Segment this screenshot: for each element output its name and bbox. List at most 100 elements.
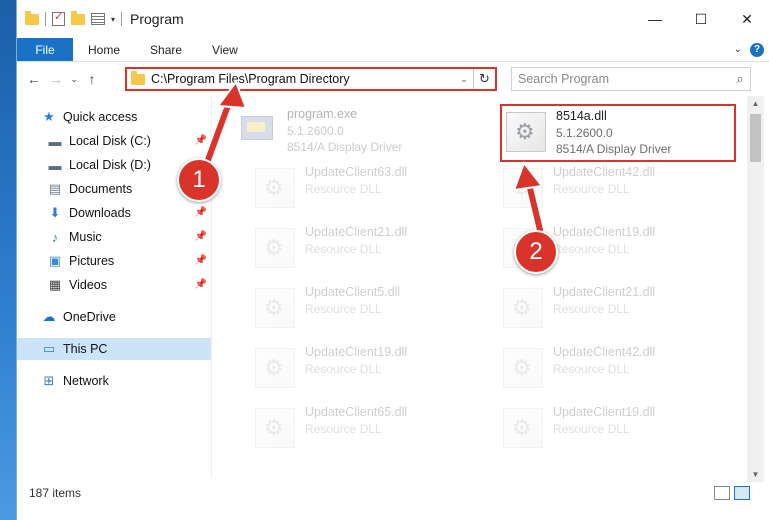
details-view-icon[interactable]	[714, 486, 730, 500]
drive-icon: ▬	[48, 133, 62, 149]
dll-file-icon	[255, 228, 295, 268]
maximize-button[interactable]: ☐	[678, 0, 724, 38]
file-explorer-window: ▾ Program — ☐ ✕ File Home Share View ⌄ ?…	[16, 0, 769, 520]
file-item-8514a-dll[interactable]: 8514a.dll 5.1.2600.0 8514/A Display Driv…	[500, 104, 736, 162]
file-item[interactable]: UpdateClient42.dll Resource DLL	[493, 164, 733, 214]
pin-icon[interactable]: 📌	[195, 279, 207, 290]
file-item[interactable]: UpdateClient65.dll Resource DLL	[245, 404, 485, 454]
search-box[interactable]: ⌕	[511, 67, 751, 91]
scroll-up-icon[interactable]: ▲	[747, 99, 764, 108]
expand-ribbon-icon[interactable]: ⌄	[734, 44, 742, 55]
file-description: 8514/A Display Driver	[556, 142, 672, 156]
file-description: Resource DLL	[305, 422, 382, 436]
pin-icon[interactable]: 📌	[195, 255, 207, 266]
sidebar-item-network[interactable]: ⊞ Network	[17, 370, 211, 392]
file-item[interactable]: UpdateClient19.dll Resource DLL	[493, 404, 733, 454]
dll-file-icon	[503, 288, 543, 328]
file-name: 8514a.dll	[556, 109, 607, 123]
search-input[interactable]	[518, 72, 730, 86]
navigation-bar: ← → ⌄ ↑ C:\Program Files\Program Directo…	[17, 62, 769, 96]
sidebar-item-local-disk-c[interactable]: ▬ Local Disk (C:) 📌	[17, 130, 211, 152]
dll-file-icon	[255, 348, 295, 388]
sidebar-item-downloads[interactable]: ⬇ Downloads 📌	[17, 202, 211, 224]
pin-icon[interactable]: 📌	[195, 135, 207, 146]
forward-arrow-icon[interactable]: →	[45, 71, 67, 87]
file-item[interactable]: UpdateClient19.dll Resource DLL	[245, 344, 485, 394]
file-item[interactable]: UpdateClient5.dll Resource DLL	[245, 284, 485, 334]
toolbar-separator	[121, 12, 123, 26]
back-arrow-icon[interactable]: ←	[23, 71, 45, 87]
minimize-button[interactable]: —	[632, 0, 678, 38]
file-item[interactable]: UpdateClient21.dll Resource DLL	[493, 284, 733, 334]
tab-home[interactable]: Home	[73, 38, 135, 61]
up-arrow-icon[interactable]: ↑	[81, 71, 103, 87]
scroll-down-icon[interactable]: ▼	[747, 470, 764, 479]
pin-icon[interactable]: 📌	[195, 231, 207, 242]
file-name: UpdateClient19.dll	[305, 345, 408, 359]
dll-file-icon	[255, 288, 295, 328]
refresh-icon[interactable]: ↻	[473, 69, 495, 89]
file-item[interactable]: UpdateClient42.dll Resource DLL	[493, 344, 733, 394]
file-name: UpdateClient21.dll	[305, 225, 408, 239]
sidebar-item-label: Pictures	[69, 254, 115, 268]
customize-view-icon[interactable]	[91, 13, 105, 25]
sidebar-item-label: Quick access	[63, 110, 138, 124]
folder-icon	[131, 70, 145, 85]
sidebar-item-label: This PC	[63, 342, 108, 356]
file-item[interactable]: UpdateClient63.dll Resource DLL	[245, 164, 485, 214]
file-description: Resource DLL	[305, 182, 382, 196]
address-dropdown-icon[interactable]: ⌄	[455, 74, 473, 85]
file-description: Resource DLL	[553, 242, 630, 256]
recent-locations-chevron-icon[interactable]: ⌄	[67, 74, 81, 85]
sidebar-item-quick-access[interactable]: ★ Quick access	[17, 106, 211, 128]
search-icon[interactable]: ⌕	[730, 71, 750, 87]
sidebar-item-this-pc[interactable]: ▭ This PC	[17, 338, 211, 360]
pin-icon[interactable]: 📌	[195, 207, 207, 218]
quick-access-toolbar: ▾	[17, 10, 123, 26]
file-name: UpdateClient42.dll	[553, 345, 656, 359]
chevron-down-icon[interactable]: ▾	[111, 15, 115, 24]
tab-view[interactable]: View	[197, 38, 253, 61]
file-name: UpdateClient65.dll	[305, 405, 408, 419]
star-icon: ★	[43, 109, 55, 124]
ribbon-right-controls: ⌄ ?	[734, 38, 769, 61]
sidebar-item-onedrive[interactable]: ☁ OneDrive	[17, 306, 211, 328]
file-name: UpdateClient63.dll	[305, 165, 408, 179]
scrollbar-thumb[interactable]	[750, 114, 761, 162]
sidebar-item-label: Music	[69, 230, 102, 244]
window-controls: — ☐ ✕	[632, 0, 769, 38]
vertical-scrollbar[interactable]: ▲ ▼	[747, 96, 764, 482]
dll-file-icon	[503, 408, 543, 448]
help-icon[interactable]: ?	[750, 42, 764, 57]
sidebar-item-label: Local Disk (D:)	[69, 158, 151, 172]
callout-badge-2: 2	[514, 230, 558, 274]
network-icon: ⊞	[43, 373, 55, 388]
sidebar-item-label: Videos	[69, 278, 107, 292]
address-path[interactable]: C:\Program Files\Program Directory	[151, 72, 455, 86]
sidebar-item-pictures[interactable]: ▣ Pictures 📌	[17, 250, 211, 272]
tab-share[interactable]: Share	[135, 38, 197, 61]
videos-icon: ▦	[48, 277, 62, 292]
sidebar-item-videos[interactable]: ▦ Videos 📌	[17, 274, 211, 296]
properties-icon[interactable]	[52, 10, 65, 26]
sidebar-divider	[211, 96, 212, 478]
file-description: Resource DLL	[305, 242, 382, 256]
new-folder-icon[interactable]	[71, 10, 85, 25]
file-description: Resource DLL	[553, 302, 630, 316]
file-item[interactable]: UpdateClient21.dll Resource DLL	[245, 224, 485, 274]
drive-icon: ▬	[48, 157, 62, 173]
address-bar[interactable]: C:\Program Files\Program Directory ⌄ ↻	[125, 67, 497, 91]
computer-icon: ▭	[42, 341, 56, 356]
dll-file-icon	[503, 348, 543, 388]
cloud-icon: ☁	[42, 309, 56, 324]
close-button[interactable]: ✕	[724, 0, 769, 38]
tab-file[interactable]: File	[17, 38, 73, 61]
file-item-program-exe[interactable]: program.exe 5.1.2600.0 8514/A Display Dr…	[227, 104, 467, 154]
large-icons-view-icon[interactable]	[734, 486, 750, 500]
sidebar-item-label: Downloads	[69, 206, 131, 220]
file-description: Resource DLL	[305, 362, 382, 376]
sidebar-item-music[interactable]: ♪ Music 📌	[17, 226, 211, 248]
file-name: UpdateClient19.dll	[553, 225, 656, 239]
pictures-icon: ▣	[48, 253, 62, 268]
file-description: Resource DLL	[553, 362, 630, 376]
